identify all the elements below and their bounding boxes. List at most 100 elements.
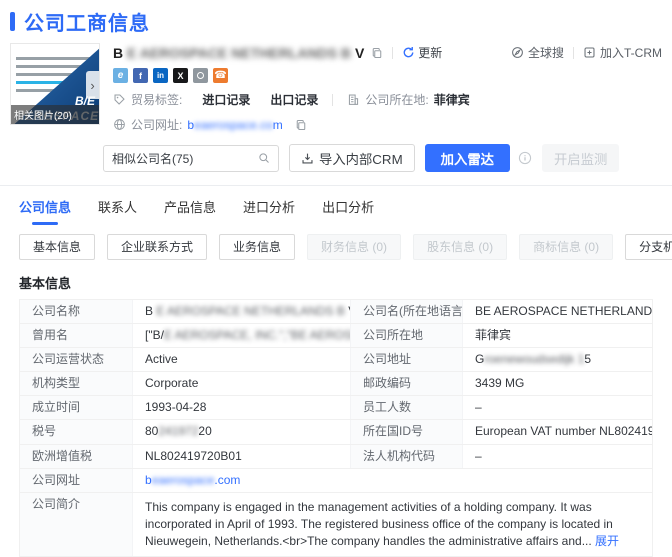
table-row: 税号 8024197220 所在国ID号 European VAT number…	[20, 419, 652, 444]
field-value-address: Groenewoudsedijk 15	[462, 348, 652, 371]
table-row: 机构类型 Corporate 邮政编码 3439 MG	[20, 371, 652, 395]
field-value-company-name: B E AEROSPACE NETHERLANDS B V	[132, 300, 350, 323]
company-header: AEROSPACE B/E 相关图片(20) › B E AEROSPACE N…	[0, 43, 672, 133]
chip-company-contact[interactable]: 企业联系方式	[107, 234, 207, 260]
trade-tag-icon	[113, 93, 126, 106]
table-row: 成立时间 1993-04-28 员工人数 –	[20, 395, 652, 419]
field-label: 公司运营状态	[20, 348, 132, 371]
chip-basic-info[interactable]: 基本信息	[19, 234, 95, 260]
page-title-text: 公司工商信息	[24, 7, 150, 36]
main-tabs: 公司信息 联系人 产品信息 进口分析 出口分析	[0, 186, 672, 225]
website-icon[interactable]: e	[113, 68, 128, 83]
trade-tags-label: 贸易标签:	[131, 91, 182, 108]
related-images-label: 相关图片(20)	[11, 105, 99, 124]
field-label: 所在国ID号	[350, 420, 462, 444]
start-monitor-button[interactable]: 开启监测	[542, 144, 619, 172]
field-label: 公司所在地	[350, 324, 462, 347]
chevron-right-icon[interactable]: ›	[86, 71, 99, 99]
website-link[interactable]: beaerospace.com	[187, 118, 282, 132]
globe-search-icon	[511, 46, 524, 59]
divider	[332, 94, 333, 106]
copy-icon[interactable]	[295, 119, 307, 131]
update-button[interactable]: 更新	[402, 44, 442, 61]
company-photo-thumbnail[interactable]: AEROSPACE B/E 相关图片(20) ›	[10, 43, 100, 125]
field-value-employees: –	[462, 396, 652, 419]
field-label: 欧洲增值税	[20, 445, 132, 468]
join-radar-button[interactable]: 加入雷达	[425, 144, 510, 172]
expand-link[interactable]: 展开	[595, 534, 619, 548]
tab-product-info[interactable]: 产品信息	[164, 197, 216, 225]
field-label: 公司地址	[350, 348, 462, 371]
website-label: 公司网址:	[131, 116, 182, 133]
field-value-website[interactable]: beaerospace.com	[132, 469, 652, 492]
table-row: 欧洲增值税 NL802419720B01 法人机构代码 –	[20, 444, 652, 468]
globe-icon	[113, 118, 126, 131]
tab-company-info[interactable]: 公司信息	[19, 197, 71, 225]
field-value-location: 菲律宾	[462, 324, 652, 347]
field-value-tax-id: 8024197220	[132, 420, 350, 444]
facebook-icon[interactable]: f	[133, 68, 148, 83]
chip-financial-info: 财务信息 (0)	[307, 234, 401, 260]
company-header-main: B E AEROSPACE NETHERLANDS B V 更新 全球搜 加入T…	[113, 43, 662, 133]
tab-import-analysis[interactable]: 进口分析	[243, 197, 295, 225]
linkedin-icon[interactable]: in	[153, 68, 168, 83]
field-value-description: This company is engaged in the managemen…	[132, 493, 652, 556]
x-twitter-icon[interactable]: X	[173, 68, 188, 83]
similar-company-dropdown[interactable]: 相似公司名(75)	[103, 145, 279, 172]
info-icon[interactable]	[518, 151, 532, 165]
phone-icon[interactable]: ☎	[213, 68, 228, 83]
chip-branches[interactable]: 分支机构 (5)	[625, 234, 672, 260]
import-icon	[301, 152, 314, 165]
field-label: 税号	[20, 420, 132, 444]
copy-icon[interactable]	[371, 47, 383, 59]
field-value-founded: 1993-04-28	[132, 396, 350, 419]
tab-export-analysis[interactable]: 出口分析	[322, 197, 374, 225]
location-label: 公司所在地:	[365, 91, 428, 108]
section-title: 基本信息	[19, 273, 672, 292]
chip-shareholder-info: 股东信息 (0)	[413, 234, 507, 260]
field-value-entity-type: Corporate	[132, 372, 350, 395]
website-redacted: eaerospace.co	[194, 118, 273, 132]
field-label: 公司名(所在地语言)	[350, 300, 462, 323]
field-value-postcode: 3439 MG	[462, 372, 652, 395]
chip-business-info[interactable]: 业务信息	[219, 234, 295, 260]
global-search-link[interactable]: 全球搜	[511, 44, 564, 61]
search-icon	[258, 152, 270, 164]
import-crm-button[interactable]: 导入内部CRM	[289, 144, 415, 172]
tcrm-icon	[583, 46, 596, 59]
table-row: 曾用名 ["B/E AEROSPACE, INC.","BE AEROSPACE…	[20, 323, 652, 347]
field-value-former-name: ["B/E AEROSPACE, INC.","BE AEROSPACE IN.…	[132, 324, 350, 347]
field-value-national-id: European VAT number NL802419720B01更多 5	[462, 420, 652, 444]
field-value-status: Active	[132, 348, 350, 371]
field-label: 公司简介	[20, 493, 132, 556]
field-value-lei: –	[462, 445, 652, 468]
instagram-icon[interactable]	[193, 68, 208, 83]
table-row: 公司网址 beaerospace.com	[20, 468, 652, 492]
divider	[392, 47, 393, 59]
field-label: 公司名称	[20, 300, 132, 323]
tab-contacts[interactable]: 联系人	[98, 197, 137, 225]
table-row: 公司运营状态 Active 公司地址 Groenewoudsedijk 15	[20, 347, 652, 371]
divider	[573, 47, 574, 59]
field-label: 法人机构代码	[350, 445, 462, 468]
page-title: 公司工商信息	[10, 7, 672, 36]
table-row: 公司简介 This company is engaged in the mana…	[20, 492, 652, 556]
field-label: 成立时间	[20, 396, 132, 419]
field-label: 曾用名	[20, 324, 132, 347]
company-name-redacted: E AEROSPACE NETHERLANDS B	[127, 45, 351, 61]
chip-trademark-info: 商标信息 (0)	[519, 234, 613, 260]
field-label: 机构类型	[20, 372, 132, 395]
field-value-eu-vat: NL802419720B01	[132, 445, 350, 468]
company-name: B E AEROSPACE NETHERLANDS B V	[113, 45, 364, 61]
action-row: 相似公司名(75) 导入内部CRM 加入雷达 开启监测	[103, 144, 662, 172]
title-accent-bar	[10, 12, 15, 31]
table-row: 公司名称 B E AEROSPACE NETHERLANDS B V 公司名(所…	[20, 300, 652, 323]
building-icon	[347, 93, 360, 106]
field-label: 邮政编码	[350, 372, 462, 395]
export-records-link[interactable]: 出口记录	[270, 91, 318, 108]
join-tcrm-link[interactable]: 加入T-CRM	[583, 44, 662, 61]
refresh-icon	[402, 46, 415, 59]
field-label: 公司网址	[20, 469, 132, 492]
field-label: 员工人数	[350, 396, 462, 419]
import-records-link[interactable]: 进口记录	[202, 91, 250, 108]
